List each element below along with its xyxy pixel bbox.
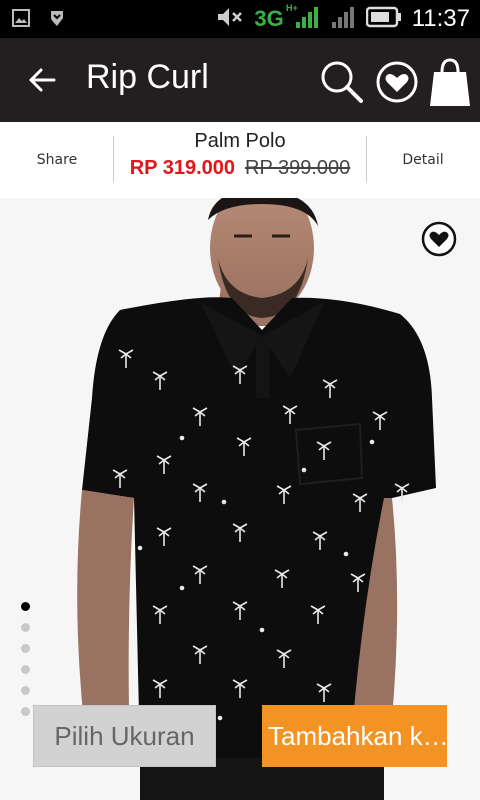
pager-dot[interactable]	[21, 623, 30, 632]
product-info: Palm Polo RP 319.000 RP 399.000	[114, 130, 366, 180]
product-name: Palm Polo	[194, 130, 286, 152]
app-bar: Rip Curl	[0, 38, 480, 122]
clock: 11:37	[411, 5, 470, 32]
pager-dot[interactable]	[21, 665, 30, 674]
pager-dot[interactable]	[21, 686, 30, 695]
image-pager[interactable]	[21, 602, 30, 716]
add-to-wishlist-icon[interactable]	[420, 220, 458, 258]
add-to-cart-button[interactable]: Tambahkan k…	[262, 705, 447, 767]
wishlist-icon[interactable]	[375, 60, 419, 104]
detail-button[interactable]: Detail	[366, 122, 480, 198]
sale-price: RP 319.000	[129, 157, 235, 179]
search-icon[interactable]	[318, 58, 364, 104]
image-icon	[12, 9, 30, 31]
battery-icon	[365, 6, 402, 32]
original-price: RP 399.000	[245, 157, 351, 179]
mute-icon	[216, 6, 244, 32]
choose-size-button[interactable]: Pilih Ukuran	[33, 705, 216, 767]
page-title: Rip Curl	[86, 58, 209, 96]
share-button[interactable]: Share	[0, 122, 114, 198]
network-type: 3G H+	[254, 3, 298, 31]
shield-icon	[48, 9, 66, 31]
pager-dot[interactable]	[21, 707, 30, 716]
pager-dot[interactable]	[21, 602, 30, 611]
back-arrow-icon[interactable]	[26, 64, 58, 96]
signal-weak-icon	[330, 4, 356, 34]
product-header: Share Palm Polo RP 319.000 RP 399.000 De…	[0, 122, 480, 198]
pager-dot[interactable]	[21, 644, 30, 653]
shopping-bag-icon[interactable]	[428, 56, 472, 108]
status-bar: 3G H+ 11:37	[0, 0, 480, 38]
